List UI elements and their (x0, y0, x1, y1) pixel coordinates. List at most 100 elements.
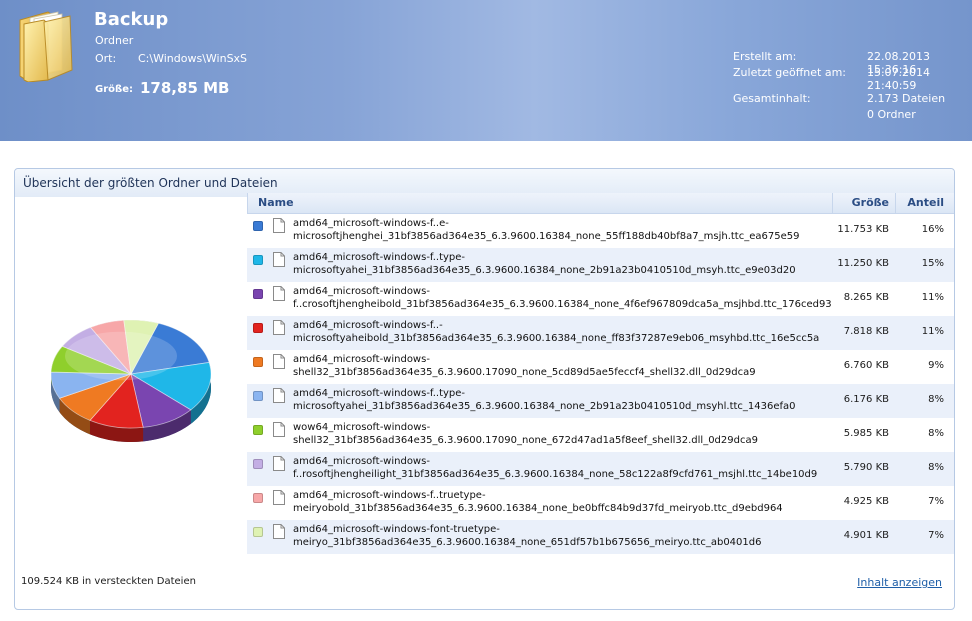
file-name: wow64_microsoft-windows-shell32_31bf3856… (293, 421, 831, 447)
file-share: 9% (928, 360, 944, 371)
folder-title: Backup (94, 9, 169, 30)
file-share: 8% (928, 462, 944, 473)
file-size: 7.818 KB (843, 326, 889, 337)
file-name-line2: shell32_31bf3856ad364e35_6.3.9600.17090_… (293, 367, 756, 378)
file-name: amd64_microsoft-windows-f..- microsoftyah… (293, 319, 831, 345)
file-name-line1: amd64_microsoft-windows- (293, 286, 430, 297)
file-name: amd64_microsoft-windows-f..type-microsof… (293, 387, 831, 413)
file-name-line2: f..crosoftjhengheibold_31bf3856ad364e35_… (293, 299, 832, 310)
table-row[interactable]: amd64_microsoft-windows-f..type-microsof… (247, 384, 954, 418)
file-share: 11% (921, 292, 944, 303)
file-name-line1: amd64_microsoft-windows-f..- (293, 320, 443, 331)
file-icon (273, 354, 285, 369)
color-swatch (253, 255, 263, 265)
file-name: amd64_microsoft-windows-f..rosoftjhenghe… (293, 455, 831, 481)
file-share: 11% (921, 326, 944, 337)
file-size: 5.985 KB (843, 428, 889, 439)
folder-properties-header: Backup Ordner Ort: C:\Windows\WinSxS Grö… (0, 0, 972, 141)
file-size: 11.753 KB (837, 224, 889, 235)
file-name-line2: meiryo_31bf3856ad364e35_6.3.9600.16384_n… (293, 537, 762, 548)
file-size: 8.265 KB (843, 292, 889, 303)
column-header-size[interactable]: Größe (832, 193, 895, 214)
color-swatch (253, 425, 263, 435)
file-share: 8% (928, 428, 944, 439)
file-name-line2: microsoftyaheibold_31bf3856ad364e35_6.3.… (293, 333, 820, 344)
content-files: 2.173 Dateien (867, 92, 946, 105)
file-name-line2: meiryobold_31bf3856ad364e35_6.3.9600.163… (293, 503, 783, 514)
hidden-files-summary: 109.524 KB in versteckten Dateien (21, 576, 196, 587)
location-value: C:\Windows\WinSxS (138, 52, 248, 65)
file-icon (273, 320, 285, 335)
overview-panel: Übersicht der größten Ordner und Dateien… (14, 168, 955, 610)
table-row[interactable]: amd64_microsoft-windows-f..type-microsof… (247, 248, 954, 282)
color-swatch (253, 289, 263, 299)
file-size: 5.790 KB (843, 462, 889, 473)
file-name-line1: amd64_microsoft-windows-f..type- (293, 388, 466, 399)
table-row[interactable]: amd64_microsoft-windows-font-truetype-me… (247, 520, 954, 554)
color-swatch (253, 527, 263, 537)
file-name-line1: amd64_microsoft-windows-f..truetype- (293, 490, 486, 501)
table-row[interactable]: amd64_microsoft-windows-f..- microsoftyah… (247, 316, 954, 350)
show-content-link[interactable]: Inhalt anzeigen (857, 576, 942, 589)
file-share: 8% (928, 394, 944, 405)
file-name-line1: amd64_microsoft-windows-font-truetype- (293, 524, 500, 535)
file-name: amd64_microsoft-windows-f..crosoftjhengh… (293, 285, 832, 311)
table-row[interactable]: amd64_microsoft-windows-f..e-microsoftjh… (247, 214, 954, 248)
file-icon (273, 456, 285, 471)
file-icon (273, 422, 285, 437)
file-name: amd64_microsoft-windows-shell32_31bf3856… (293, 353, 831, 379)
file-name-line2: microsoftjhenghei_31bf3856ad364e35_6.3.9… (293, 231, 800, 242)
file-name-line1: amd64_microsoft-windows- (293, 456, 430, 467)
file-share: 7% (928, 496, 944, 507)
color-swatch (253, 391, 263, 401)
file-icon (273, 252, 285, 267)
file-name: amd64_microsoft-windows-f..e-microsoftjh… (293, 217, 831, 243)
size-label: Größe: (95, 84, 133, 95)
column-header-name[interactable]: Name (247, 193, 832, 214)
file-icon (273, 388, 285, 403)
table-row[interactable]: amd64_microsoft-windows-f..rosoftjhenghe… (247, 452, 954, 486)
content-folders: 0 Ordner (867, 108, 916, 121)
file-share: 15% (921, 258, 944, 269)
table-row[interactable]: amd64_microsoft-windows-f..truetype-meir… (247, 486, 954, 520)
color-swatch (253, 493, 263, 503)
column-header-share[interactable]: Anteil (895, 193, 954, 214)
color-swatch (253, 323, 263, 333)
location-label: Ort: (95, 52, 117, 65)
opened-value: 15.07.2014 21:40:59 (867, 66, 930, 92)
file-list: amd64_microsoft-windows-f..e-microsoftjh… (247, 214, 954, 554)
pie-chart (50, 319, 212, 442)
file-size: 6.760 KB (843, 360, 889, 371)
file-name: amd64_microsoft-windows-f..truetype-meir… (293, 489, 831, 515)
file-name-line1: wow64_microsoft-windows- (293, 422, 431, 433)
pie-gloss (65, 331, 177, 381)
file-size: 4.901 KB (843, 530, 889, 541)
content-label: Gesamtinhalt: (733, 92, 811, 105)
file-name: amd64_microsoft-windows-font-truetype-me… (293, 523, 831, 549)
created-label: Erstellt am: (733, 50, 797, 63)
panel-title: Übersicht der größten Ordner und Dateien (23, 176, 278, 190)
file-name: amd64_microsoft-windows-f..type-microsof… (293, 251, 831, 277)
table-row[interactable]: wow64_microsoft-windows-shell32_31bf3856… (247, 418, 954, 452)
file-name-line1: amd64_microsoft-windows-f..e- (293, 218, 449, 229)
pie-chart-area (16, 214, 247, 556)
file-share: 16% (921, 224, 944, 235)
color-swatch (253, 459, 263, 469)
file-share: 7% (928, 530, 944, 541)
file-name-line2: f..rosoftjhengheilight_31bf3856ad364e35_… (293, 469, 818, 480)
file-name-line1: amd64_microsoft-windows- (293, 354, 430, 365)
table-row[interactable]: amd64_microsoft-windows-shell32_31bf3856… (247, 350, 954, 384)
color-swatch (253, 221, 263, 231)
opened-label: Zuletzt geöffnet am: (733, 66, 846, 79)
file-name-line2: microsoftyahei_31bf3856ad364e35_6.3.9600… (293, 401, 796, 412)
file-name-line2: shell32_31bf3856ad364e35_6.3.9600.17090_… (293, 435, 758, 446)
file-name-line1: amd64_microsoft-windows-f..type- (293, 252, 466, 263)
file-name-line2: microsoftyahei_31bf3856ad364e35_6.3.9600… (293, 265, 796, 276)
file-size: 6.176 KB (843, 394, 889, 405)
file-icon (273, 218, 285, 233)
file-size: 11.250 KB (837, 258, 889, 269)
table-row[interactable]: amd64_microsoft-windows-f..crosoftjhengh… (247, 282, 954, 316)
file-size: 4.925 KB (843, 496, 889, 507)
color-swatch (253, 357, 263, 367)
file-icon (273, 286, 285, 301)
